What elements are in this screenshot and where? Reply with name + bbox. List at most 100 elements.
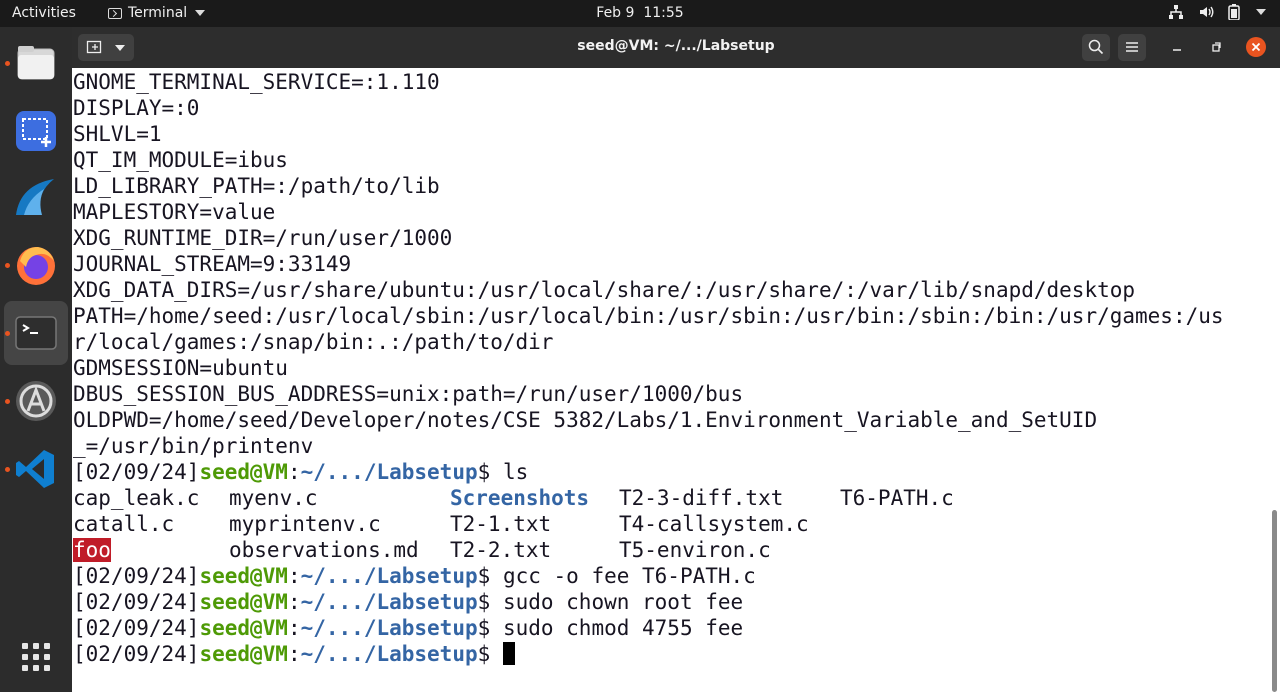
app-menu[interactable]: Terminal <box>108 5 206 21</box>
dock-item-software-updater[interactable] <box>4 369 68 433</box>
top-bar: Activities Terminal Feb 9 11:55 <box>0 0 1280 27</box>
running-indicator <box>5 331 10 336</box>
env-line: XDG_DATA_DIRS=/usr/share/ubuntu:/usr/loc… <box>73 278 1136 302</box>
dock-item-files[interactable] <box>4 31 68 95</box>
prompt-symbol: $ <box>477 460 491 484</box>
prompt-date: [02/09/24] <box>73 616 200 640</box>
ls-entry: T2-2.txt <box>450 538 552 562</box>
prompt-line: [02/09/24]seed@VM:~/.../Labsetup$ sudo c… <box>73 589 743 615</box>
ls-entry: T2-3-diff.txt <box>619 486 784 510</box>
command-text: gcc -o fee T6-PATH.c <box>502 564 756 588</box>
prompt-user: seed@VM <box>199 460 288 484</box>
env-line: XDG_RUNTIME_DIR=/run/user/1000 <box>73 226 453 250</box>
prompt-user: seed@VM <box>199 564 288 588</box>
current-prompt-line[interactable]: [02/09/24]seed@VM:~/.../Labsetup$ <box>73 641 515 667</box>
prompt-date: [02/09/24] <box>73 642 200 666</box>
prompt-path: ~/.../Labsetup <box>300 460 478 484</box>
prompt-colon: : <box>287 460 301 484</box>
prompt-colon: : <box>287 616 301 640</box>
terminal-scrollbar[interactable] <box>1270 68 1280 692</box>
ls-entry: catall.c <box>73 512 175 536</box>
prompt-line: [02/09/24]seed@VM:~/.../Labsetup$ gcc -o… <box>73 563 756 589</box>
command-text: sudo chmod 4755 fee <box>502 616 744 640</box>
prompt-path: ~/.../Labsetup <box>300 590 478 614</box>
minimize-icon <box>1173 49 1181 51</box>
volume-icon <box>1200 6 1214 18</box>
prompt-path: ~/.../Labsetup <box>300 564 478 588</box>
new-tab-icon[interactable] <box>86 39 102 55</box>
clock-time[interactable]: 11:55 <box>643 5 683 21</box>
prompt-user: seed@VM <box>199 616 288 640</box>
command-text: sudo chown root fee <box>502 590 744 614</box>
prompt-path: ~/.../Labsetup <box>300 616 478 640</box>
ls-directory: Screenshots <box>450 486 590 510</box>
prompt-user: seed@VM <box>199 642 288 666</box>
dock-item-screenshot[interactable] <box>4 99 68 163</box>
hamburger-menu-button[interactable] <box>1118 34 1146 61</box>
prompt-line: [02/09/24]seed@VM:~/.../Labsetup$ sudo c… <box>73 615 743 641</box>
scrollbar-thumb[interactable] <box>1272 510 1277 692</box>
restore-icon <box>1212 42 1221 52</box>
minimize-button[interactable] <box>1167 37 1187 57</box>
env-line: MAPLESTORY=value <box>73 200 276 224</box>
wireshark-icon <box>16 179 54 215</box>
show-applications-button[interactable] <box>4 625 68 689</box>
env-line: DISPLAY=:0 <box>73 96 200 120</box>
hamburger-menu-icon <box>1126 42 1138 52</box>
close-icon <box>1251 42 1261 52</box>
terminal-icon <box>108 7 122 19</box>
ls-entry: observations.md <box>229 538 419 562</box>
prompt-line: [02/09/24]seed@VM:~/.../Labsetup$ ls <box>73 459 528 485</box>
terminal-icon <box>15 316 57 350</box>
system-tray[interactable] <box>1168 4 1266 20</box>
dock-item-wireshark[interactable] <box>4 165 68 229</box>
env-line: OLDPWD=/home/seed/Developer/notes/CSE 53… <box>73 408 1098 432</box>
command-text: ls <box>502 460 529 484</box>
activities-button[interactable]: Activities <box>12 5 76 21</box>
vscode-icon <box>16 450 54 488</box>
running-indicator <box>5 263 10 268</box>
terminal-output[interactable]: GNOME_TERMINAL_SERVICE=:1.110 DISPLAY=:0… <box>72 68 1270 692</box>
software-updater-icon <box>16 381 56 421</box>
running-indicator <box>5 61 10 66</box>
network-icon <box>1169 5 1183 19</box>
env-line: QT_IM_MODULE=ibus <box>73 148 288 172</box>
prompt-colon: : <box>287 564 301 588</box>
dock-item-firefox[interactable] <box>4 233 68 297</box>
ls-entry: myenv.c <box>229 486 318 510</box>
ls-entry-highlighted: foo <box>73 537 111 563</box>
prompt-symbol: $ <box>477 642 491 666</box>
ls-entry: T5-environ.c <box>619 538 771 562</box>
prompt-symbol: $ <box>477 616 491 640</box>
clock-date[interactable]: Feb 9 <box>596 5 634 21</box>
dock-item-vscode[interactable] <box>4 437 68 501</box>
search-button[interactable] <box>1082 34 1110 61</box>
screenshot-icon <box>16 111 56 151</box>
env-line: GNOME_TERMINAL_SERVICE=:1.110 <box>73 70 440 94</box>
running-indicator <box>5 467 10 472</box>
prompt-colon: : <box>287 590 301 614</box>
window-title: seed@VM: ~/.../Labsetup <box>577 38 775 54</box>
prompt-symbol: $ <box>477 564 491 588</box>
env-line: SHLVL=1 <box>73 122 162 146</box>
ls-entry: myprintenv.c <box>229 512 381 536</box>
chevron-down-icon <box>195 10 206 16</box>
ls-entry: T4-callsystem.c <box>619 512 809 536</box>
dock <box>0 27 72 692</box>
app-menu-label: Terminal <box>128 5 188 21</box>
ls-entry-foo: foo <box>73 538 111 562</box>
prompt-symbol: $ <box>477 590 491 614</box>
new-tab-group <box>78 34 134 61</box>
env-line: _=/usr/bin/printenv <box>73 434 314 458</box>
env-line: GDMSESSION=ubuntu <box>73 356 288 380</box>
close-button[interactable] <box>1246 37 1266 57</box>
files-icon <box>17 46 55 80</box>
ls-entry: T2-1.txt <box>450 512 552 536</box>
env-line: r/local/games:/snap/bin:.:/path/to/dir <box>73 330 554 354</box>
env-line: PATH=/home/seed:/usr/local/sbin:/usr/loc… <box>73 304 1224 328</box>
new-tab-menu-chevron-icon[interactable] <box>115 45 125 51</box>
maximize-button[interactable] <box>1206 37 1226 57</box>
dock-item-terminal[interactable] <box>4 301 68 365</box>
prompt-user: seed@VM <box>199 590 288 614</box>
prompt-date: [02/09/24] <box>73 564 200 588</box>
